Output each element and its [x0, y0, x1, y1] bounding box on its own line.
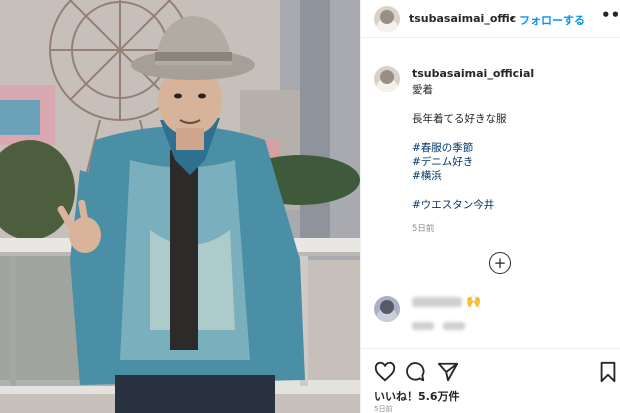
add-circle-icon[interactable]: + [489, 252, 511, 274]
caption-username[interactable]: tsubasaimai_official [412, 67, 534, 80]
comment-emoji: 🙌 [466, 294, 481, 308]
caption-line: 愛着 [412, 84, 433, 96]
bookmark-icon[interactable] [597, 361, 619, 383]
follow-button[interactable]: フォローする [519, 12, 585, 28]
blurred-comment-meta [443, 322, 465, 330]
header-avatar[interactable] [374, 6, 400, 32]
post-photo[interactable] [0, 0, 360, 413]
hashtag-link[interactable]: #横浜 [412, 168, 442, 183]
blurred-comment-meta [412, 322, 434, 330]
hashtag-link[interactable]: #デニム好き [412, 154, 473, 169]
photo-illustration [0, 0, 360, 413]
caption-timestamp: 5日前 [412, 224, 435, 234]
post-date: 5日前 [374, 405, 393, 413]
caption-avatar[interactable] [374, 66, 400, 92]
heart-icon[interactable] [374, 361, 396, 383]
header-separator-dot: • [509, 12, 516, 25]
more-icon[interactable]: ••• [601, 6, 620, 24]
share-icon[interactable] [437, 361, 459, 383]
header-username[interactable]: tsubasaimai_offic [409, 12, 516, 25]
hashtag-link[interactable]: #春服の季節 [412, 140, 473, 155]
commenter-avatar[interactable] [374, 296, 400, 322]
blurred-commenter-name [412, 297, 462, 307]
comment-icon[interactable] [404, 361, 426, 383]
caption-line: 長年着てる好きな服 [412, 113, 507, 125]
post-side-panel: tsubasaimai_offic • フォローする ••• tsubasaim… [360, 0, 620, 413]
hashtag-link[interactable]: #ウエスタン今井 [412, 197, 494, 212]
likes-count[interactable]: いいね！5.6万件 [374, 388, 460, 404]
post-header: tsubasaimai_offic • フォローする ••• [361, 0, 620, 38]
